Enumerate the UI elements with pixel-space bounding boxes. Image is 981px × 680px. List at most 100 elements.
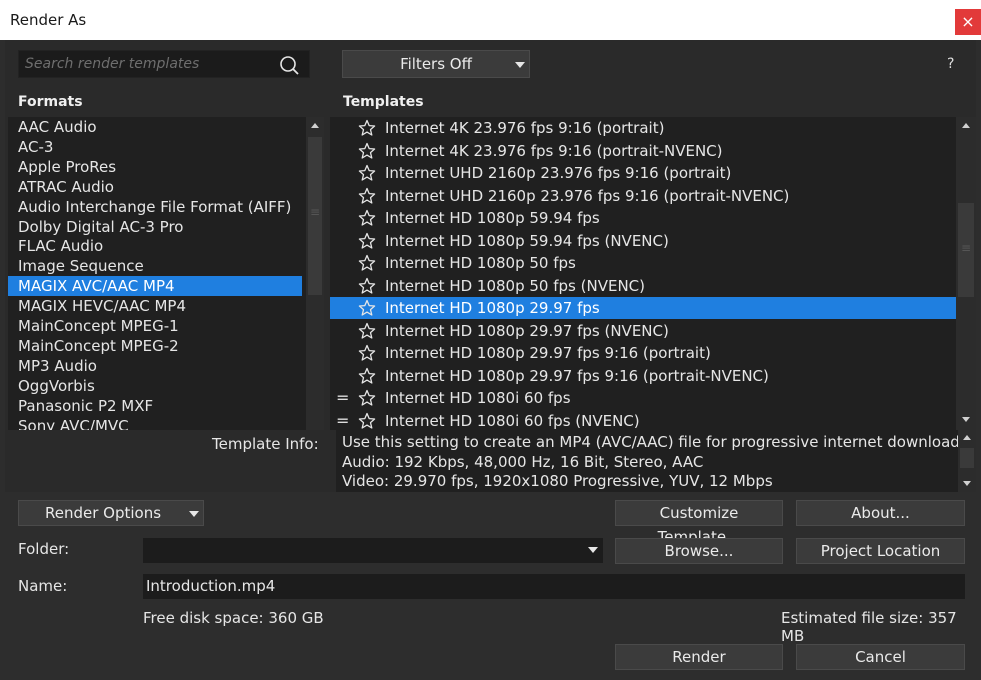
format-item[interactable]: Panasonic P2 MXF <box>8 396 302 416</box>
star-icon[interactable] <box>358 209 376 227</box>
template-label: Internet UHD 2160p 23.976 fps 9:16 (port… <box>385 186 790 205</box>
name-label: Name: <box>18 577 68 595</box>
scroll-up-icon[interactable] <box>311 123 319 128</box>
star-icon[interactable] <box>358 299 376 317</box>
info-scroll-thumb[interactable] <box>960 448 974 468</box>
free-disk-space: Free disk space: 360 GB <box>143 609 324 627</box>
chevron-down-icon[interactable] <box>588 547 598 553</box>
template-item[interactable]: Internet UHD 2160p 23.976 fps 9:16 (port… <box>330 185 956 207</box>
template-label: Internet HD 1080i 60 fps (NVENC) <box>385 411 640 430</box>
template-item[interactable]: Internet HD 1080p 59.94 fps (NVENC) <box>330 230 956 252</box>
star-icon[interactable] <box>358 412 376 430</box>
format-item[interactable]: Sony AVC/MVC <box>8 416 302 431</box>
template-item[interactable]: Internet HD 1080p 29.97 fps (NVENC) <box>330 320 956 342</box>
cancel-button[interactable]: Cancel <box>796 644 965 670</box>
star-icon[interactable] <box>358 389 376 407</box>
template-item[interactable]: Internet UHD 2160p 23.976 fps 9:16 (port… <box>330 162 956 184</box>
template-item[interactable]: Internet HD 1080p 29.97 fps 9:16 (portra… <box>330 342 956 364</box>
template-item[interactable]: Internet 4K 23.976 fps 9:16 (portrait-NV… <box>330 140 956 162</box>
grip-icon: ≡ <box>310 205 321 219</box>
template-item[interactable]: Internet HD 1080p 29.97 fps 9:16 (portra… <box>330 365 956 387</box>
star-icon[interactable] <box>358 187 376 205</box>
format-item[interactable]: MAGIX HEVC/AAC MP4 <box>8 296 302 316</box>
star-icon[interactable] <box>358 344 376 362</box>
format-item[interactable]: Apple ProRes <box>8 157 302 177</box>
name-input[interactable]: Introduction.mp4 <box>143 574 965 599</box>
format-item[interactable]: MainConcept MPEG-1 <box>8 316 302 336</box>
template-item[interactable]: Internet HD 1080p 50 fps (NVENC) <box>330 275 956 297</box>
format-item[interactable]: MP3 Audio <box>8 356 302 376</box>
templates-scrollbar[interactable]: ≡ <box>956 117 976 430</box>
template-label: Internet HD 1080p 29.97 fps 9:16 (portra… <box>385 344 711 362</box>
project-location-button[interactable]: Project Location <box>796 538 965 564</box>
format-item[interactable]: Image Sequence <box>8 256 302 276</box>
search-icon[interactable] <box>279 55 299 75</box>
template-label: Internet 4K 23.976 fps 9:16 (portrait-NV… <box>385 141 723 160</box>
scroll-up-icon[interactable] <box>963 435 971 440</box>
render-button[interactable]: Render <box>615 644 783 670</box>
format-item[interactable]: AC-3 <box>8 137 302 157</box>
format-item[interactable]: Dolby Digital AC-3 Pro <box>8 217 302 237</box>
star-icon[interactable] <box>358 254 376 272</box>
star-icon[interactable] <box>358 232 376 250</box>
template-label: Internet HD 1080p 29.97 fps <box>385 299 600 317</box>
format-item[interactable]: FLAC Audio <box>8 236 302 256</box>
drag-handle-icon[interactable]: = <box>336 410 349 431</box>
search-input[interactable]: Search render templates <box>25 56 199 72</box>
info-scrollbar[interactable] <box>958 430 976 492</box>
help-button[interactable]: ? <box>947 56 954 72</box>
close-button[interactable] <box>955 9 981 35</box>
template-info-line: Audio: 192 Kbps, 48,000 Hz, 16 Bit, Ster… <box>342 453 704 471</box>
template-item[interactable]: Internet HD 1080p 50 fps <box>330 252 956 274</box>
format-item[interactable]: OggVorbis <box>8 376 302 396</box>
grip-icon: ≡ <box>961 241 972 255</box>
drag-handle-icon[interactable]: = <box>336 387 349 409</box>
template-label: Internet UHD 2160p 23.976 fps 9:16 (port… <box>385 164 732 182</box>
format-item[interactable]: MainConcept MPEG-2 <box>8 336 302 356</box>
star-icon[interactable] <box>358 142 376 160</box>
filters-dropdown[interactable]: Filters Off <box>342 50 530 78</box>
template-label: Internet 4K 23.976 fps 9:16 (portrait) <box>385 119 665 137</box>
star-icon[interactable] <box>358 119 376 137</box>
template-label: Internet HD 1080p 50 fps (NVENC) <box>385 276 645 295</box>
folder-label: Folder: <box>18 540 70 558</box>
render-options-label: Render Options <box>44 504 162 522</box>
template-item[interactable]: Internet HD 1080p 29.97 fps <box>330 297 956 319</box>
template-label: Internet HD 1080i 60 fps <box>385 389 571 407</box>
template-item[interactable]: Internet HD 1080p 59.94 fps <box>330 207 956 229</box>
format-item[interactable]: MAGIX AVC/AAC MP4 <box>8 276 302 297</box>
folder-field[interactable] <box>143 538 603 563</box>
browse-button[interactable]: Browse... <box>615 538 783 564</box>
template-label: Internet HD 1080p 29.97 fps 9:16 (portra… <box>385 366 769 385</box>
search-box[interactable]: Search render templates <box>18 50 310 78</box>
about-button[interactable]: About... <box>796 500 965 526</box>
template-info-label: Template Info: <box>212 435 319 453</box>
templates-header: Templates <box>343 94 424 110</box>
format-item[interactable]: ATRAC Audio <box>8 177 302 197</box>
star-icon[interactable] <box>358 164 376 182</box>
render-options-button[interactable]: Render Options <box>18 500 204 526</box>
template-label: Internet HD 1080p 50 fps <box>385 254 576 272</box>
template-info-box: Use this setting to create an MP4 (AVC/A… <box>336 430 976 492</box>
template-item[interactable]: = Internet HD 1080i 60 fps <box>330 387 956 409</box>
formats-list[interactable]: Sony AVC/MVC Panasonic P2 MXF OggVorbis MP3… <box>8 117 324 430</box>
customize-template-button[interactable]: Customize Template... <box>615 500 783 546</box>
scroll-down-icon[interactable] <box>962 417 970 422</box>
template-item[interactable]: = Internet HD 1080i 60 fps (NVENC) <box>330 410 956 431</box>
star-icon[interactable] <box>358 277 376 295</box>
formats-scrollbar[interactable]: ≡ <box>306 117 324 430</box>
star-icon[interactable] <box>358 367 376 385</box>
star-icon[interactable] <box>358 322 376 340</box>
template-info-line: Use this setting to create an MP4 (AVC/A… <box>342 433 973 451</box>
template-label: Internet HD 1080p 29.97 fps (NVENC) <box>385 321 669 340</box>
format-item[interactable]: AAC Audio <box>8 117 302 137</box>
format-item[interactable]: Audio Interchange File Format (AIFF) <box>8 197 302 217</box>
chevron-down-icon <box>189 511 199 517</box>
scroll-down-icon[interactable] <box>963 481 971 486</box>
scroll-up-icon[interactable] <box>962 123 970 128</box>
estimated-file-size: Estimated file size: 357 MB <box>781 609 957 645</box>
templates-list[interactable]: = Internet HD 1080i 60 fps (NVENC) = Intern… <box>330 117 976 430</box>
template-label: Internet HD 1080p 59.94 fps (NVENC) <box>385 231 669 250</box>
template-item[interactable]: Internet 4K 23.976 fps 9:16 (portrait) <box>330 117 956 139</box>
template-label: Internet HD 1080p 59.94 fps <box>385 209 600 227</box>
